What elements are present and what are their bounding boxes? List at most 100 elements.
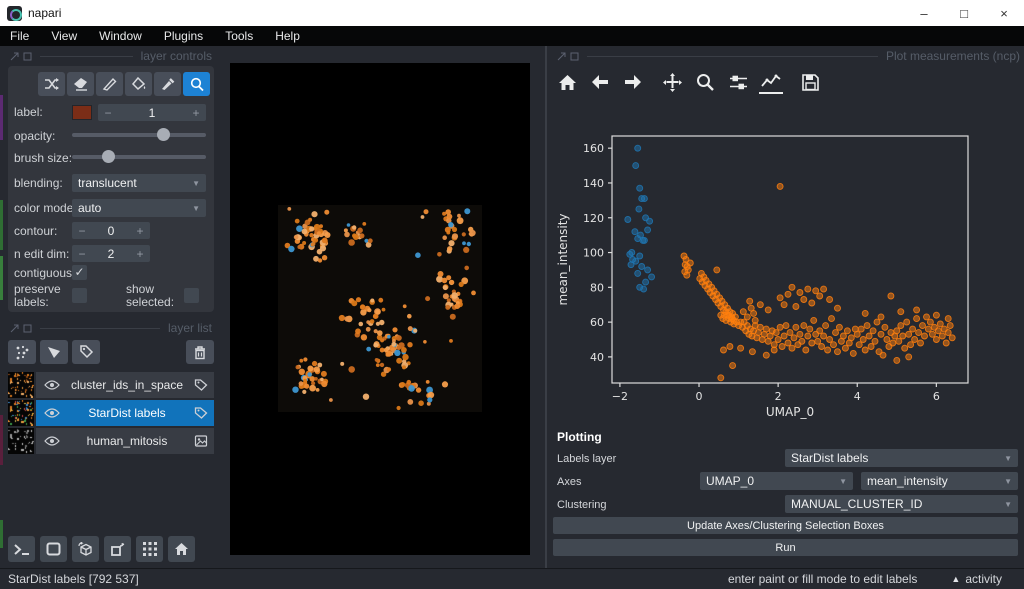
close-button[interactable]: × bbox=[984, 0, 1024, 26]
ndisplay-2d-3d-button[interactable] bbox=[40, 536, 67, 562]
scatter-plot-figure[interactable]: −20246406080100120140160UMAP_0mean_inten… bbox=[553, 110, 1024, 428]
hide-panel-icon[interactable] bbox=[23, 324, 32, 333]
axes-x-dropdown[interactable]: UMAP_0 ▼ bbox=[700, 472, 853, 490]
float-panel-icon[interactable] bbox=[10, 324, 19, 333]
spin-decrement[interactable]: − bbox=[72, 247, 92, 261]
n-edit-dim-spinbox[interactable]: − 2 + bbox=[72, 245, 150, 262]
svg-text:140: 140 bbox=[583, 177, 604, 190]
slider-handle[interactable] bbox=[102, 150, 115, 163]
contiguous-checkbox[interactable]: ✓ bbox=[72, 265, 87, 280]
svg-text:120: 120 bbox=[583, 212, 604, 225]
menu-view[interactable]: View bbox=[51, 29, 77, 43]
menu-file[interactable]: File bbox=[10, 29, 29, 43]
mpl-forward-icon[interactable] bbox=[621, 70, 645, 94]
spin-increment[interactable]: + bbox=[130, 247, 150, 261]
labels-layer-type-icon bbox=[194, 407, 208, 419]
home-reset-view-button[interactable] bbox=[168, 536, 195, 562]
svg-text:0: 0 bbox=[696, 390, 703, 403]
n-edit-dim-value: 2 bbox=[92, 247, 130, 261]
hide-panel-icon[interactable] bbox=[570, 52, 579, 61]
minimize-button[interactable]: – bbox=[904, 0, 944, 26]
viewer-buttons bbox=[8, 536, 195, 562]
preserve-labels-checkbox[interactable] bbox=[72, 288, 87, 303]
menu-tools[interactable]: Tools bbox=[225, 29, 253, 43]
console-button[interactable] bbox=[8, 536, 35, 562]
color-mode-label: color mode: bbox=[14, 202, 72, 215]
mpl-configure-subplots-icon[interactable] bbox=[726, 70, 750, 94]
new-labels-layer-button[interactable] bbox=[72, 340, 100, 364]
divider bbox=[587, 56, 878, 57]
visibility-eye-icon[interactable] bbox=[44, 408, 60, 418]
new-shapes-layer-button[interactable] bbox=[40, 340, 68, 364]
float-panel-icon[interactable] bbox=[10, 52, 19, 61]
layer-row-cluster-ids[interactable]: cluster_ids_in_space bbox=[8, 372, 214, 398]
activity-toggle[interactable]: ▲ activity bbox=[951, 572, 1002, 586]
float-panel-icon[interactable] bbox=[557, 52, 566, 61]
labels-layer-label: Labels layer bbox=[557, 453, 616, 465]
erase-tool-button[interactable] bbox=[67, 72, 94, 96]
axes-x-value: UMAP_0 bbox=[706, 474, 835, 488]
fill-tool-button[interactable] bbox=[125, 72, 152, 96]
layer-list-toolbar bbox=[8, 340, 214, 364]
spin-increment[interactable]: + bbox=[130, 224, 150, 238]
mpl-pan-icon[interactable] bbox=[660, 70, 684, 94]
axes-y-dropdown[interactable]: mean_intensity ▼ bbox=[861, 472, 1018, 490]
mpl-home-icon[interactable] bbox=[555, 70, 579, 94]
visibility-eye-icon[interactable] bbox=[44, 380, 60, 390]
label-spinbox[interactable]: − 1 + bbox=[98, 104, 206, 121]
show-selected-checkbox[interactable] bbox=[184, 288, 199, 303]
divider bbox=[40, 328, 160, 329]
menu-window[interactable]: Window bbox=[99, 29, 142, 43]
roll-dimensions-button[interactable] bbox=[72, 536, 99, 562]
delete-layer-button[interactable] bbox=[186, 340, 214, 364]
maximize-button[interactable]: □ bbox=[944, 0, 984, 26]
chevron-down-icon: ▼ bbox=[839, 477, 847, 486]
dock-splitter[interactable] bbox=[545, 46, 547, 568]
clustering-dropdown[interactable]: MANUAL_CLUSTER_ID ▼ bbox=[785, 495, 1018, 513]
brush-size-label: brush size: bbox=[14, 152, 72, 165]
update-axes-clustering-button[interactable]: Update Axes/Clustering Selection Boxes bbox=[553, 517, 1018, 534]
layer-row-stardist-labels[interactable]: StarDist labels bbox=[8, 400, 214, 426]
spin-decrement[interactable]: − bbox=[72, 224, 92, 238]
viewer-canvas[interactable] bbox=[230, 63, 530, 555]
blending-dropdown[interactable]: translucent ▼ bbox=[72, 174, 206, 192]
spin-decrement[interactable]: − bbox=[98, 106, 118, 120]
hide-panel-icon[interactable] bbox=[23, 52, 32, 61]
mpl-save-icon[interactable] bbox=[798, 70, 822, 94]
mpl-zoom-icon[interactable] bbox=[693, 70, 717, 94]
axes-y-value: mean_intensity bbox=[867, 474, 1000, 488]
shuffle-colors-button[interactable] bbox=[38, 72, 65, 96]
color-picker-tool-button[interactable] bbox=[154, 72, 181, 96]
visibility-eye-icon[interactable] bbox=[44, 436, 60, 446]
layer-controls-panel: label: − 1 + opacity: brush size: blendi… bbox=[8, 66, 214, 312]
label-color-swatch[interactable] bbox=[72, 105, 92, 120]
plot-measurements-dock: Plot measurements (ncp) bbox=[553, 46, 1024, 568]
clustering-label: Clustering bbox=[557, 499, 607, 511]
menu-plugins[interactable]: Plugins bbox=[164, 29, 203, 43]
opacity-slider[interactable] bbox=[72, 127, 206, 142]
transpose-dimensions-button[interactable] bbox=[104, 536, 131, 562]
plot-panel-header: Plot measurements (ncp) bbox=[557, 50, 1020, 62]
blending-value: translucent bbox=[78, 176, 188, 190]
show-selected-label: show selected: bbox=[126, 283, 178, 309]
run-button[interactable]: Run bbox=[553, 539, 1018, 556]
contour-label: contour: bbox=[14, 225, 72, 238]
color-mode-dropdown[interactable]: auto ▼ bbox=[72, 199, 206, 217]
axes-label: Axes bbox=[557, 476, 581, 488]
paint-tool-button[interactable] bbox=[96, 72, 123, 96]
contour-spinbox[interactable]: − 0 + bbox=[72, 222, 150, 239]
layer-row-human-mitosis[interactable]: human_mitosis bbox=[8, 428, 214, 454]
spin-increment[interactable]: + bbox=[186, 106, 206, 120]
layer-thumbnail bbox=[8, 400, 34, 426]
brush-size-slider[interactable] bbox=[72, 149, 206, 164]
layer-name: cluster_ids_in_space bbox=[60, 378, 194, 392]
labels-layer-dropdown[interactable]: StarDist labels ▼ bbox=[785, 449, 1018, 467]
grid-view-button[interactable] bbox=[136, 536, 163, 562]
slider-handle[interactable] bbox=[157, 128, 170, 141]
mpl-axes-options-icon[interactable] bbox=[759, 70, 783, 94]
slider-track bbox=[72, 155, 206, 159]
new-points-layer-button[interactable] bbox=[8, 340, 36, 364]
mpl-back-icon[interactable] bbox=[588, 70, 612, 94]
zoom-pan-tool-button[interactable] bbox=[183, 72, 210, 96]
menu-help[interactable]: Help bbox=[275, 29, 300, 43]
